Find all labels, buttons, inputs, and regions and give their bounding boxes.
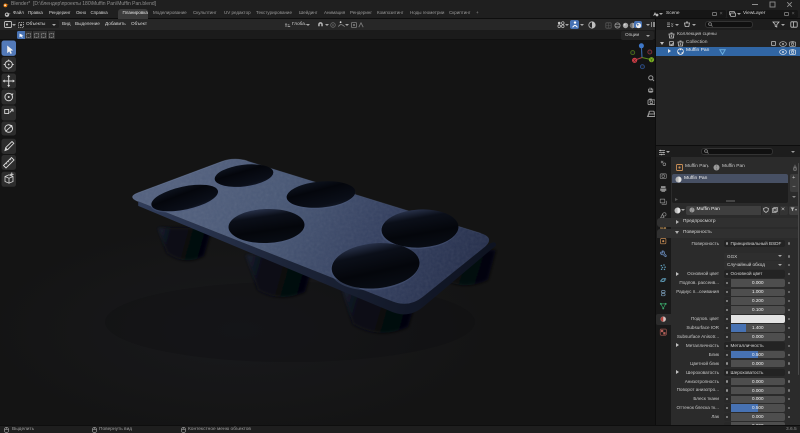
svg-text:X: X — [633, 58, 636, 63]
svg-text:Y: Y — [650, 58, 653, 63]
